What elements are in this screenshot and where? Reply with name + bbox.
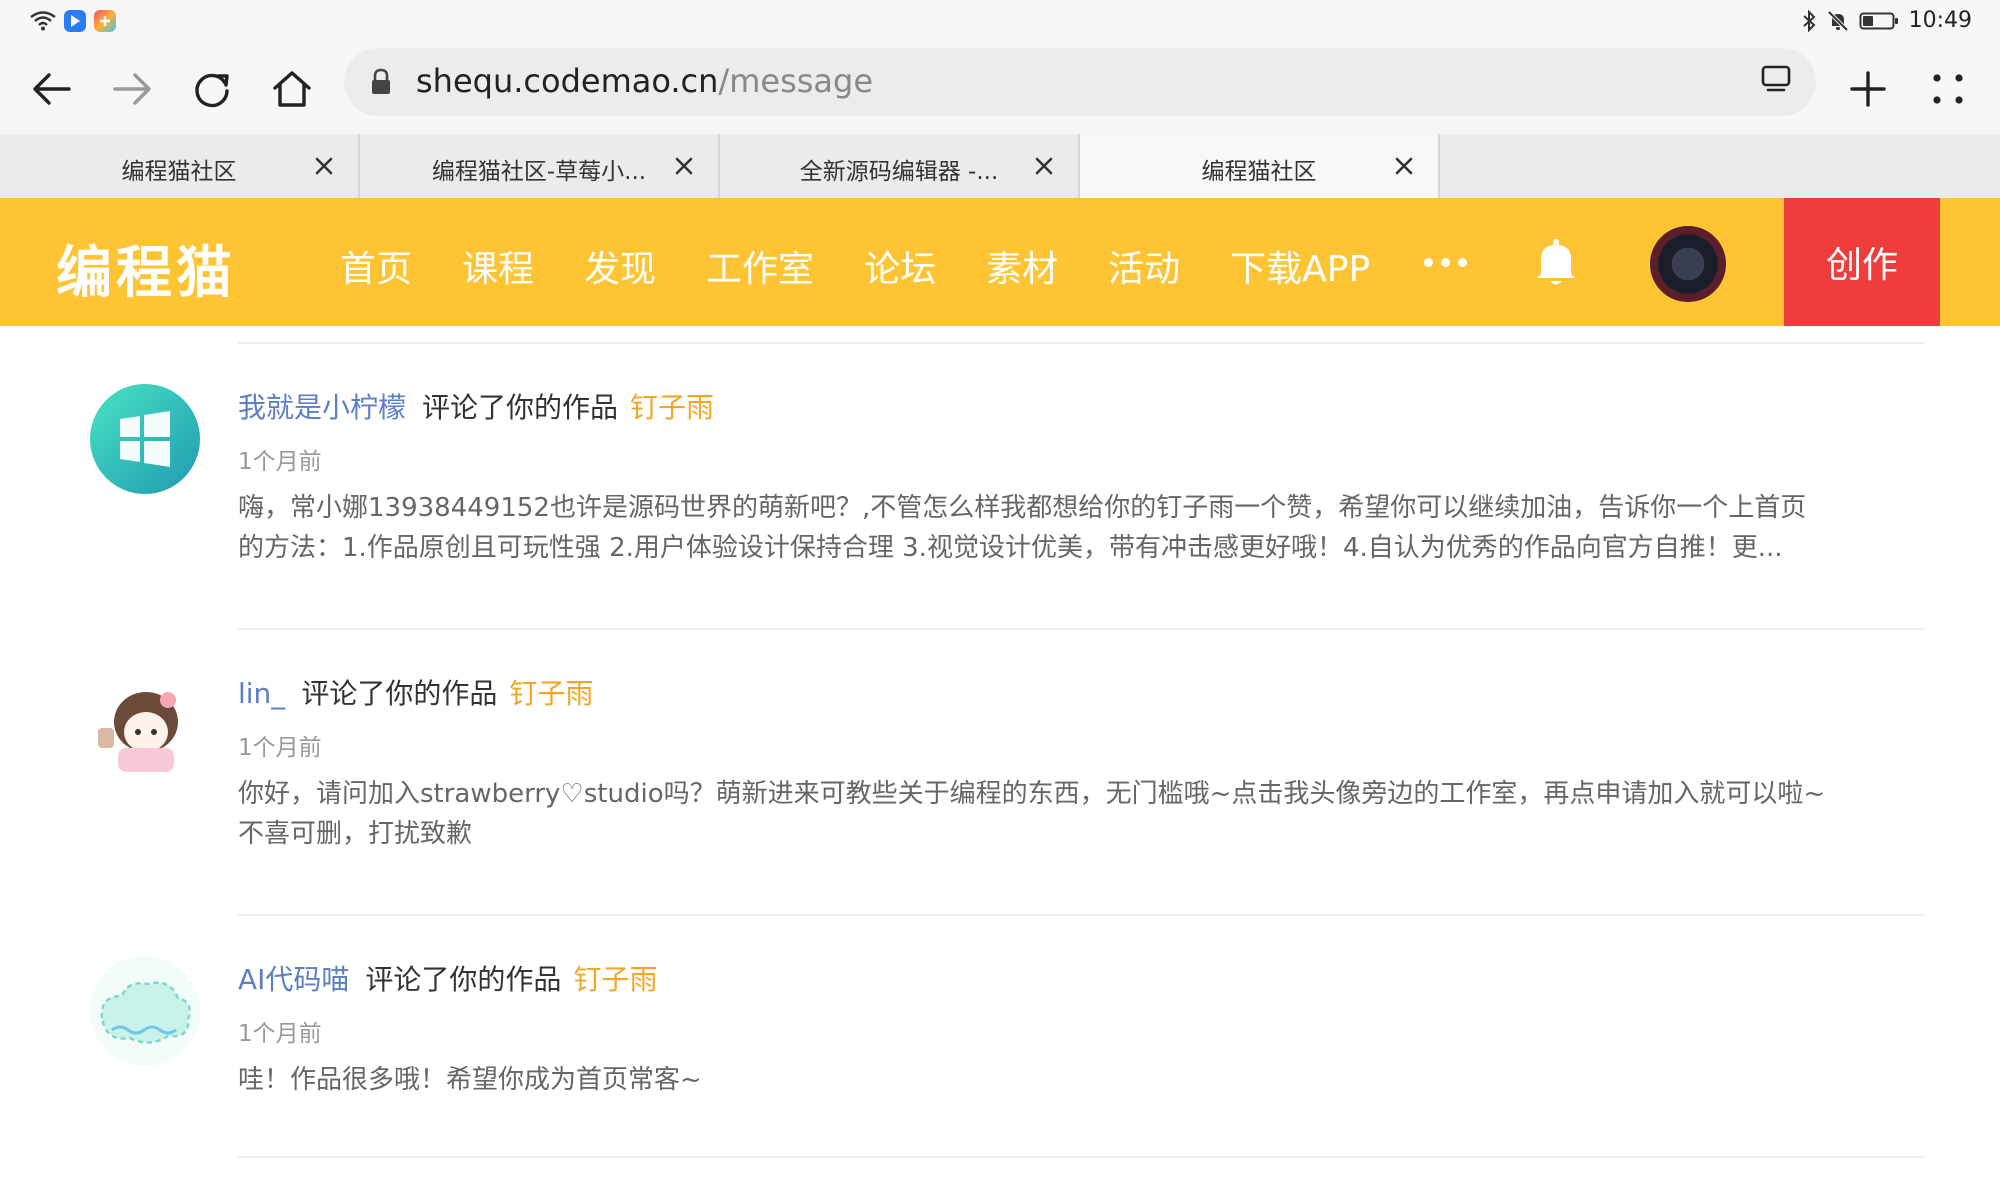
desktop-mode-icon[interactable]: [1760, 64, 1792, 94]
url-path: /message: [718, 62, 874, 100]
divider: [238, 628, 1924, 630]
clock: 10:49: [1908, 8, 1972, 33]
close-icon: [675, 157, 693, 175]
home-icon: [273, 71, 311, 107]
message-action: 评论了你的作品: [301, 677, 498, 710]
close-icon: [1395, 157, 1413, 175]
avatar[interactable]: [90, 956, 200, 1066]
main-nav: 首页 课程 发现 工作室 论坛 素材 活动 下载APP: [340, 240, 1420, 292]
nav-item-events[interactable]: 活动: [1108, 240, 1180, 292]
message-body-line: 嗨，常小娜13938449152也许是源码世界的萌新吧？,不管怎么样我都想给你的…: [238, 493, 1807, 523]
app-notification-icon: [64, 10, 86, 32]
message-time: 1个月前: [238, 1021, 322, 1047]
tab-close-button[interactable]: [1388, 150, 1420, 182]
browser-tab-2[interactable]: 编程猫社区-草莓小...: [360, 134, 720, 198]
create-button[interactable]: 创作: [1784, 198, 1940, 326]
tab-title: 编程猫社区: [1201, 159, 1317, 185]
nav-item-courses[interactable]: 课程: [462, 240, 534, 292]
close-icon: [1035, 157, 1053, 175]
menu-button[interactable]: [1918, 59, 1978, 119]
bluetooth-icon: [1802, 9, 1816, 32]
tab-close-button[interactable]: [1028, 150, 1060, 182]
message-username[interactable]: lin_: [238, 677, 285, 710]
bell-icon[interactable]: [1532, 236, 1580, 288]
browser-tab-3[interactable]: 全新源码编辑器 -...: [720, 134, 1080, 198]
more-menu-icon[interactable]: [1424, 258, 1467, 267]
grid-dots-icon: [1933, 74, 1963, 104]
message-work-link[interactable]: 钉子雨: [509, 677, 593, 710]
message-body: 嗨，常小娜13938449152也许是源码世界的萌新吧？,不管怎么样我都想给你的…: [238, 488, 1924, 568]
nav-item-download-app[interactable]: 下载APP: [1230, 240, 1370, 292]
nav-item-discover[interactable]: 发现: [584, 240, 656, 292]
lock-icon: [372, 68, 390, 94]
status-left-icons: [30, 10, 116, 32]
mute-bell-icon: [1827, 10, 1849, 31]
new-tab-button[interactable]: [1838, 59, 1898, 119]
message-body-line: 哇！作品很多哦！希望你成为首页常客~: [238, 1065, 702, 1095]
site-logo[interactable]: 编程猫: [56, 228, 236, 309]
message-work-link[interactable]: 钉子雨: [630, 391, 714, 424]
nav-item-materials[interactable]: 素材: [986, 240, 1058, 292]
tab-title: 编程猫社区-草莓小...: [431, 159, 647, 185]
arrow-left-icon: [33, 73, 71, 105]
battery-icon: [1859, 12, 1898, 29]
close-icon: [315, 157, 333, 175]
message-time: 1个月前: [238, 449, 322, 475]
tab-title: 全新源码编辑器 -...: [799, 159, 999, 185]
message-body-line: 你好，请问加入strawberry♡studio吗？萌新进来可教些关于编程的东西…: [238, 779, 1826, 809]
message-body-line: 的方法：1.作品原创且可玩性强 2.用户体验设计保持合理 3.视觉设计优美，带有…: [238, 533, 1783, 563]
message-body: 你好，请问加入strawberry♡studio吗？萌新进来可教些关于编程的东西…: [238, 774, 1924, 854]
reload-icon: [195, 73, 229, 108]
site-header: 编程猫 首页 课程 发现 工作室 论坛 素材 活动 下载APP 创作: [0, 198, 2000, 326]
avatar[interactable]: [90, 670, 200, 780]
message-header: lin_ 评论了你的作品 钉子雨: [238, 672, 593, 712]
message-list: 我就是小柠檬 评论了你的作品 钉子雨 1个月前 嗨，常小娜13938449152也许…: [12, 326, 1990, 1200]
reload-button[interactable]: [182, 59, 242, 119]
divider: [238, 914, 1924, 916]
system-status-bar: 10:49: [0, 0, 2000, 44]
message-work-link[interactable]: 钉子雨: [573, 963, 657, 996]
plus-icon: [1850, 71, 1886, 107]
message-action: 评论了你的作品: [365, 963, 562, 996]
browser-toolbar: shequ.codemao.cn/message: [0, 44, 2000, 134]
message-username[interactable]: 我就是小柠檬: [238, 391, 406, 424]
divider: [238, 1156, 1924, 1158]
anime-girl-avatar-icon: [90, 670, 200, 780]
home-button[interactable]: [262, 59, 322, 119]
nav-item-forum[interactable]: 论坛: [864, 240, 936, 292]
nav-item-studio[interactable]: 工作室: [706, 240, 814, 292]
status-right-icons: 10:49: [1801, 8, 1972, 33]
wifi-icon: [30, 11, 56, 31]
tab-close-button[interactable]: [308, 150, 340, 182]
message-body: 哇！作品很多哦！希望你成为首页常客~: [238, 1060, 1924, 1100]
windows-logo-icon: [120, 411, 170, 467]
message-time: 1个月前: [238, 735, 322, 761]
user-avatar[interactable]: [1650, 226, 1726, 302]
message-header: 我就是小柠檬 评论了你的作品 钉子雨: [238, 386, 714, 426]
avatar[interactable]: [90, 384, 200, 494]
url-host: shequ.codemao.cn: [416, 62, 719, 100]
browser-tab-strip: 编程猫社区 编程猫社区-草莓小... 全新源码编辑器 -... 编程猫社区: [0, 134, 2000, 198]
tab-close-button[interactable]: [668, 150, 700, 182]
app-store-icon: [94, 10, 116, 32]
back-button[interactable]: [22, 59, 82, 119]
address-bar[interactable]: shequ.codemao.cn/message: [344, 48, 1816, 116]
url-text[interactable]: shequ.codemao.cn/message: [416, 62, 873, 100]
message-header: AI代码喵 评论了你的作品 钉子雨: [238, 958, 657, 998]
browser-tab-4-active[interactable]: 编程猫社区: [1080, 134, 1440, 198]
arrow-right-icon: [113, 73, 151, 105]
divider: [238, 342, 1924, 344]
message-action: 评论了你的作品: [422, 391, 619, 424]
message-body-line: 不喜可删，打扰致歉: [238, 819, 473, 849]
cloud-sticker-avatar-icon: [90, 956, 200, 1066]
nav-item-home[interactable]: 首页: [340, 240, 412, 292]
message-username[interactable]: AI代码喵: [238, 963, 349, 996]
tab-title: 编程猫社区: [121, 159, 237, 185]
browser-tab-1[interactable]: 编程猫社区: [0, 134, 360, 198]
forward-button[interactable]: [102, 59, 162, 119]
